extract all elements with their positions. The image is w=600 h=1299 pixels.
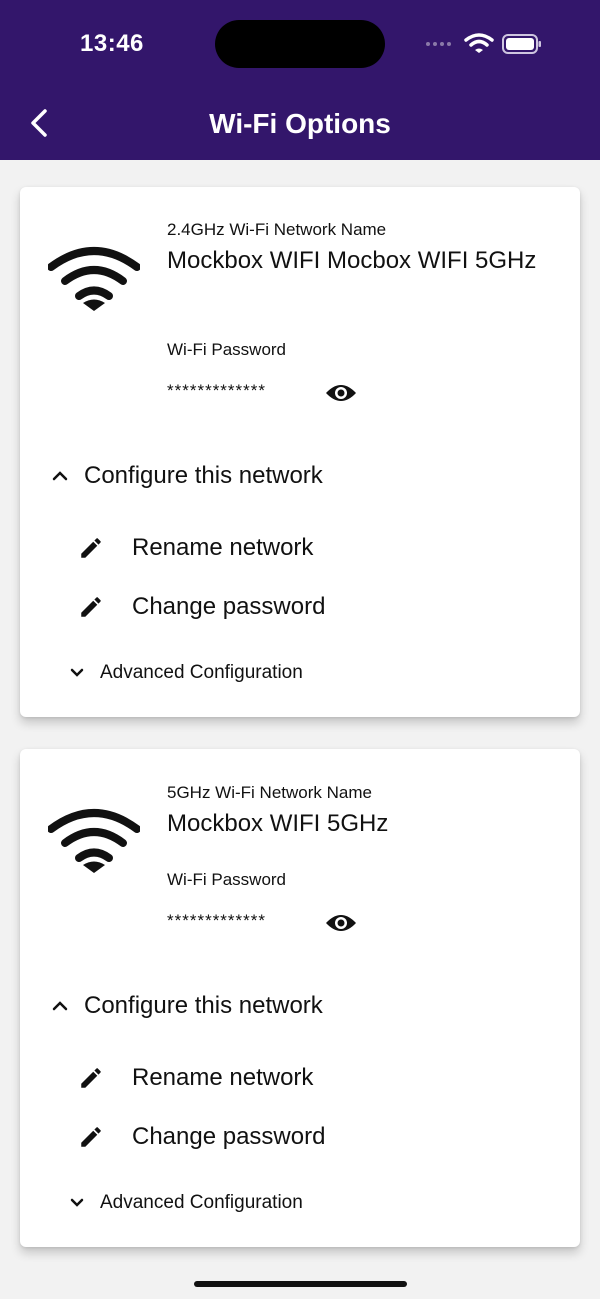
configure-network-toggle[interactable]: Configure this network (50, 992, 323, 1020)
wifi-icon (48, 809, 140, 873)
advanced-configuration-label: Advanced Configuration (100, 1192, 303, 1213)
pencil-icon (81, 597, 101, 617)
dynamic-island (215, 20, 385, 68)
change-password-label: Change password (132, 1123, 326, 1150)
network-card-5ghz: 5GHz Wi-Fi Network Name Mockbox WIFI 5GH… (20, 749, 580, 1247)
chevron-up-icon (52, 1001, 68, 1011)
rename-network-button[interactable]: Rename network (78, 534, 313, 562)
advanced-configuration-label: Advanced Configuration (100, 662, 303, 683)
password-label: Wi-Fi Password (167, 870, 287, 889)
change-password-button[interactable]: Change password (78, 1123, 325, 1151)
change-password-label: Change password (132, 593, 326, 620)
app-header: 13:46 Wi-Fi Options (0, 0, 600, 160)
configure-network-label: Configure this network (84, 462, 323, 489)
configure-network-label: Configure this network (84, 992, 323, 1019)
password-label: Wi-Fi Password (167, 340, 287, 359)
rename-network-label: Rename network (132, 534, 314, 561)
network-card-2-4ghz: 2.4GHz Wi-Fi Network Name Mockbox WIFI M… (20, 187, 580, 717)
rename-network-button[interactable]: Rename network (78, 1064, 313, 1092)
network-band-label: 5GHz Wi-Fi Network Name (167, 783, 372, 802)
eye-icon[interactable] (325, 382, 357, 404)
pencil-icon (81, 538, 101, 558)
chevron-up-icon (52, 471, 68, 481)
pencil-icon (81, 1127, 101, 1147)
cellular-signal-icon (426, 42, 451, 46)
password-value: ************* (167, 381, 267, 400)
advanced-configuration-toggle[interactable]: Advanced Configuration (68, 1192, 303, 1214)
status-time: 13:46 (80, 30, 144, 57)
page-title: Wi-Fi Options (209, 108, 391, 139)
rename-network-label: Rename network (132, 1064, 314, 1091)
wifi-status-icon (464, 33, 494, 53)
pencil-icon (81, 1068, 101, 1088)
eye-icon[interactable] (325, 912, 357, 934)
network-band-label: 2.4GHz Wi-Fi Network Name (167, 220, 387, 239)
change-password-button[interactable]: Change password (78, 593, 325, 621)
home-indicator[interactable] (194, 1281, 407, 1287)
wifi-icon (48, 247, 140, 311)
chevron-down-icon (70, 1198, 84, 1207)
password-value: ************* (167, 911, 267, 930)
network-name: Mockbox WIFI 5GHz (167, 810, 389, 837)
configure-network-toggle[interactable]: Configure this network (50, 462, 323, 490)
chevron-down-icon (70, 668, 84, 677)
battery-icon (502, 34, 541, 54)
advanced-configuration-toggle[interactable]: Advanced Configuration (68, 662, 303, 684)
network-name: Mockbox WIFI Mocbox WIFI 5GHz (167, 247, 537, 274)
